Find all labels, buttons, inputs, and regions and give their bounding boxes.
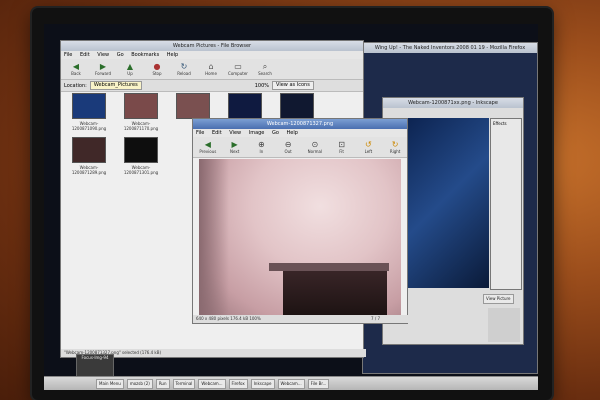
zoom-in-icon: ⊕ bbox=[258, 140, 265, 149]
up-arrow-icon: ▲ bbox=[126, 62, 134, 71]
normal-size-button[interactable]: ⊙ Normal bbox=[303, 138, 327, 156]
fit-button[interactable]: ⊡ Fit bbox=[330, 138, 354, 156]
previous-button[interactable]: ◀ Previous bbox=[196, 138, 220, 156]
image-window-titlebar[interactable]: Webcam-1200871xx.png - Inkscape bbox=[383, 98, 523, 108]
taskbar-item[interactable]: mozsb (2) bbox=[126, 378, 153, 389]
menu-edit[interactable]: Edit bbox=[80, 52, 90, 58]
file-browser-menubar: File Edit View Go Bookmarks Help bbox=[61, 51, 363, 59]
computer-button[interactable]: ▭ Computer bbox=[226, 60, 250, 78]
thumbnail-image bbox=[72, 93, 106, 119]
taskbar-item[interactable]: Run bbox=[155, 378, 170, 389]
thumbnail-image bbox=[124, 93, 158, 119]
location-label: Location: bbox=[64, 82, 87, 89]
taskbar-item[interactable]: Inkscape bbox=[250, 378, 275, 389]
taskbar-item[interactable]: Firefox bbox=[228, 378, 248, 389]
thumbnail-item[interactable]: Webcam-1200871090.png bbox=[71, 93, 107, 131]
desktop-icon[interactable]: Focus-Img-94 bbox=[76, 354, 114, 378]
image-viewer-window: Webcam-1200871327.png File Edit View Ima… bbox=[192, 118, 410, 324]
home-icon: ⌂ bbox=[208, 62, 214, 71]
monitor-bezel: Wing Up! - The Naked Inventors 2008 01 1… bbox=[32, 8, 552, 400]
fit-icon: ⊡ bbox=[338, 140, 345, 149]
viewer-menu-help[interactable]: Help bbox=[287, 130, 298, 136]
zoom-out-button[interactable]: ⊖ Out bbox=[276, 138, 300, 156]
image-viewer-toolbar: ◀ Previous ▶ Next ⊕ In ⊖ Out ⊙ Normal ⊡ Fit ↺ L… bbox=[193, 137, 407, 158]
menu-file[interactable]: File bbox=[64, 52, 72, 58]
image-viewer-menubar: File Edit View Image Go Help bbox=[193, 129, 407, 137]
image-info: 640 x 480 pixels 176.4 kB 100% bbox=[196, 316, 261, 321]
screen: Wing Up! - The Naked Inventors 2008 01 1… bbox=[44, 24, 538, 390]
menu-help[interactable]: Help bbox=[167, 52, 178, 58]
page-counter: 7 / 7 bbox=[371, 316, 380, 321]
rotate-left-icon: ↺ bbox=[365, 140, 372, 149]
photo-left-shadow bbox=[199, 159, 229, 317]
viewer-menu-file[interactable]: File bbox=[196, 130, 204, 136]
effects-panel: Effects bbox=[490, 118, 522, 290]
normal-size-icon: ⊙ bbox=[311, 140, 319, 149]
thumbnail-image bbox=[124, 137, 158, 163]
effects-label: Effects bbox=[493, 121, 507, 126]
taskbar-item[interactable]: Webcam... bbox=[198, 378, 226, 389]
thumbnail-item[interactable] bbox=[279, 93, 315, 121]
taskbar-item[interactable]: File Br... bbox=[307, 378, 330, 389]
previous-icon: ◀ bbox=[204, 140, 211, 149]
thumbnail-item[interactable]: Webcam-1200871301.png bbox=[123, 137, 159, 175]
next-icon: ▶ bbox=[231, 140, 238, 149]
zoom-out-icon: ⊖ bbox=[284, 140, 292, 149]
reload-button[interactable]: ↻ Reload bbox=[172, 60, 196, 78]
thumbnail-item[interactable] bbox=[227, 93, 263, 121]
thumbnail-image bbox=[280, 93, 314, 119]
forward-button[interactable]: ▶ Forward bbox=[91, 60, 115, 78]
thumbnail-image bbox=[176, 93, 210, 119]
menu-go[interactable]: Go bbox=[117, 52, 124, 58]
viewer-menu-image[interactable]: Image bbox=[249, 130, 265, 136]
taskbar: Main Menu mozsb (2) Run Terminal Webcam.… bbox=[44, 376, 538, 390]
taskbar-item[interactable]: Terminal bbox=[172, 378, 196, 389]
stop-icon: ● bbox=[153, 62, 161, 71]
next-button[interactable]: ▶ Next bbox=[223, 138, 247, 156]
location-field[interactable]: Webcam_Pictures bbox=[89, 81, 142, 90]
taskbar-item[interactable]: Webcam... bbox=[277, 378, 305, 389]
thumbnail-item[interactable]: Webcam-1200871289.png bbox=[71, 137, 107, 175]
menu-view[interactable]: View bbox=[97, 52, 109, 58]
viewer-menu-view[interactable]: View bbox=[229, 130, 241, 136]
photo-dark-object bbox=[283, 269, 387, 317]
thumbnail-image bbox=[228, 93, 262, 119]
file-browser-titlebar[interactable]: Webcam Pictures - File Browser bbox=[61, 41, 363, 51]
webcam-photo bbox=[199, 159, 401, 317]
firefox-titlebar[interactable]: Wing Up! - The Naked Inventors 2008 01 1… bbox=[363, 43, 537, 53]
thumbnail-image bbox=[72, 137, 106, 163]
thumbnail-item[interactable]: Webcam-1200871170.png bbox=[123, 93, 159, 131]
back-button[interactable]: ◀ Back bbox=[64, 60, 88, 78]
zoom-level[interactable]: 100% bbox=[255, 83, 269, 89]
viewer-menu-go[interactable]: Go bbox=[272, 130, 279, 136]
rotate-left-button[interactable]: ↺ Left bbox=[357, 138, 381, 156]
viewer-menu-edit[interactable]: Edit bbox=[212, 130, 222, 136]
up-button[interactable]: ▲ Up bbox=[118, 60, 142, 78]
search-button[interactable]: ⌕ Search bbox=[253, 60, 277, 78]
home-button[interactable]: ⌂ Home bbox=[199, 60, 223, 78]
rotate-right-icon: ↻ bbox=[391, 140, 399, 149]
image-window-lower-panel bbox=[488, 308, 520, 342]
stop-button[interactable]: ● Stop bbox=[145, 60, 169, 78]
back-arrow-icon: ◀ bbox=[72, 62, 80, 71]
thumbnail-item[interactable] bbox=[175, 93, 211, 121]
location-bar: Location: Webcam_Pictures 100% View as I… bbox=[61, 80, 363, 92]
file-browser-toolbar: ◀ Back ▶ Forward ▲ Up ● Stop ↻ Reload ⌂ Home ▭… bbox=[61, 59, 363, 80]
photo-shelf bbox=[269, 263, 389, 271]
menu-bookmarks[interactable]: Bookmarks bbox=[131, 52, 159, 58]
forward-arrow-icon: ▶ bbox=[99, 62, 107, 71]
rotate-right-button[interactable]: ↻ Right bbox=[383, 138, 407, 156]
computer-icon: ▭ bbox=[234, 62, 242, 71]
view-picture-button[interactable]: View Picture bbox=[483, 294, 514, 304]
image-viewer-titlebar[interactable]: Webcam-1200871327.png bbox=[193, 119, 407, 129]
view-as-select[interactable]: View as Icons bbox=[272, 81, 314, 90]
image-viewer-statusbar: 640 x 480 pixels 176.4 kB 100% 7 / 7 bbox=[193, 315, 410, 323]
reload-icon: ↻ bbox=[180, 62, 188, 71]
search-icon: ⌕ bbox=[262, 62, 268, 71]
taskbar-item[interactable]: Main Menu bbox=[96, 378, 124, 389]
zoom-in-button[interactable]: ⊕ In bbox=[250, 138, 274, 156]
